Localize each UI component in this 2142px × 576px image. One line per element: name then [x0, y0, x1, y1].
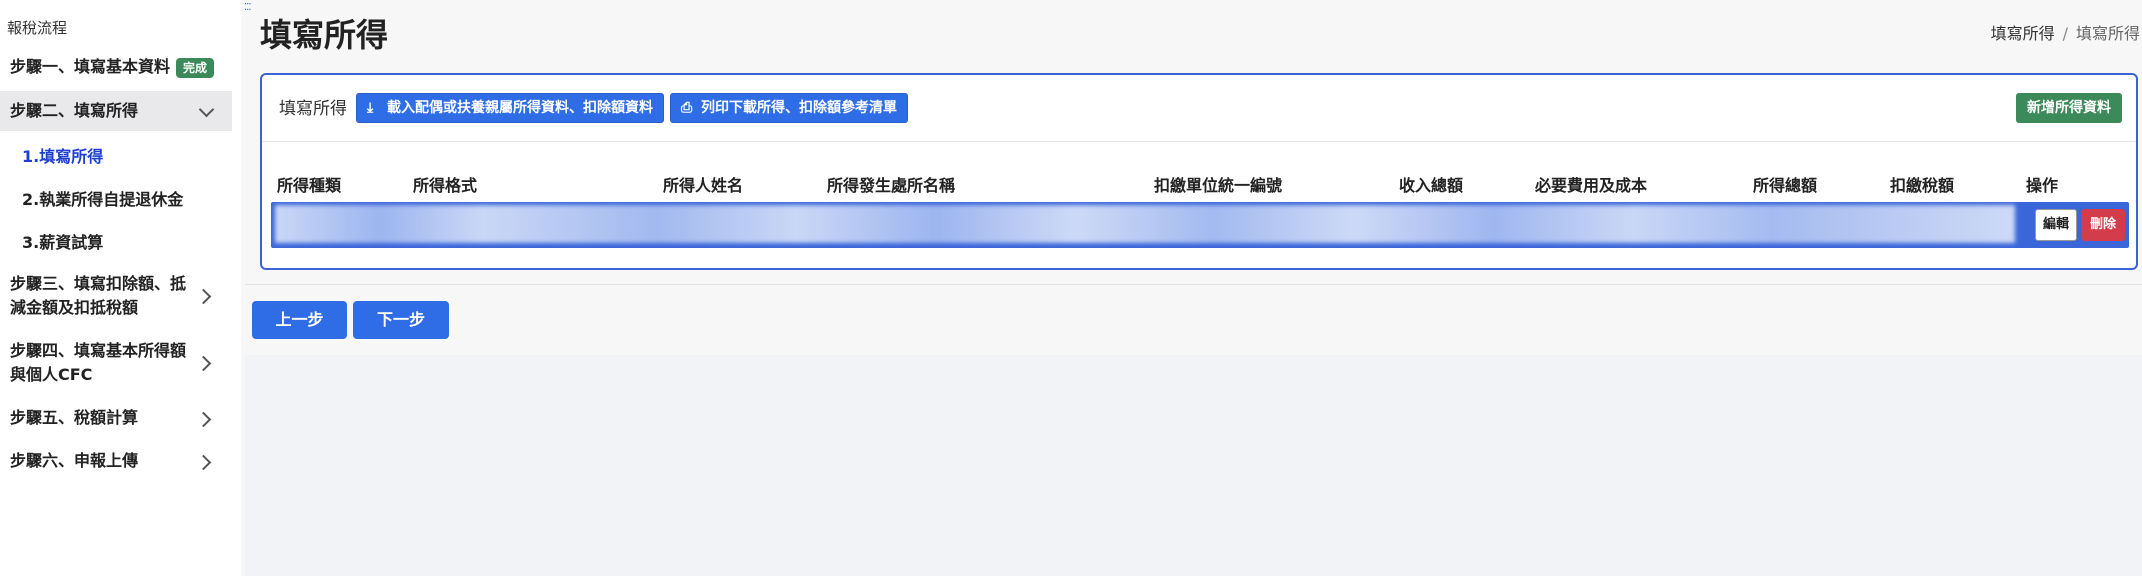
- column-header: 所得發生處所名稱: [827, 176, 956, 195]
- chevron-right-icon: [195, 411, 212, 428]
- sidebar-item-step6[interactable]: 步驟六、申報上傳: [0, 449, 232, 475]
- income-card: 填寫所得 ⤓ 載入配偶或扶養親屬所得資料、扣除額資料 ⎙ 列印下載所得、扣除額參…: [260, 73, 2138, 270]
- column-header: 必要費用及成本: [1535, 176, 1648, 195]
- sidebar-item-step3[interactable]: 步驟三、填寫扣除額、抵 減金額及扣抵稅額: [0, 272, 232, 322]
- add-income-button[interactable]: 新增所得資料: [2016, 93, 2122, 123]
- prev-step-button[interactable]: 上一步: [252, 301, 347, 339]
- chevron-right-icon: [195, 288, 212, 305]
- sidebar-item-label: 步驟二、填寫所得: [10, 101, 139, 120]
- table-row[interactable]: 編輯 刪除: [271, 202, 2129, 248]
- content-background: [245, 355, 2142, 576]
- sidebar-item-label: 步驟三、填寫扣除額、抵: [10, 274, 187, 293]
- printer-icon: ⎙: [681, 100, 693, 116]
- divider: [245, 284, 2142, 285]
- sidebar-title: 報稅流程: [7, 19, 68, 37]
- card-label: 填寫所得: [279, 99, 347, 119]
- column-header: 所得人姓名: [663, 176, 744, 195]
- sidebar: 報稅流程 步驟一、填寫基本資料 完成 步驟二、填寫所得 1.填寫所得 2.執業所…: [0, 0, 241, 576]
- sidebar-item-label: 步驟五、稅額計算: [10, 408, 139, 427]
- status-badge: 完成: [176, 58, 215, 78]
- column-header: 所得總額: [1753, 176, 1818, 195]
- sidebar-item-step5[interactable]: 步驟五、稅額計算: [0, 406, 232, 432]
- chevron-right-icon: [195, 454, 212, 471]
- download-icon: ⤓: [367, 100, 374, 116]
- column-header: 扣繳單位統一編號: [1154, 176, 1283, 195]
- column-header: 收入總額: [1399, 176, 1464, 195]
- sidebar-item-step2[interactable]: 步驟二、填寫所得: [0, 91, 232, 131]
- column-header: 所得種類: [277, 176, 342, 195]
- breadcrumb: 填寫所得 / 填寫所得: [1991, 20, 2140, 44]
- sidebar-item-label: 與個人CFC: [10, 365, 93, 384]
- sidebar-item-label: 步驟四、填寫基本所得額: [10, 341, 187, 360]
- import-dependent-data-button[interactable]: ⤓ 載入配偶或扶養親屬所得資料、扣除額資料: [356, 93, 664, 123]
- sidebar-subitem-retirement[interactable]: 2.執業所得自提退休金: [22, 186, 183, 210]
- print-list-button[interactable]: ⎙ 列印下載所得、扣除額參考清單: [670, 93, 908, 123]
- sidebar-item-label: 步驟六、申報上傳: [10, 451, 139, 470]
- next-step-button[interactable]: 下一步: [353, 301, 449, 339]
- card-header: 填寫所得 ⤓ 載入配偶或扶養親屬所得資料、扣除額資料 ⎙ 列印下載所得、扣除額參…: [262, 75, 2136, 142]
- sidebar-subitem-salary-calc[interactable]: 3.薪資試算: [22, 229, 103, 253]
- sidebar-item-step1[interactable]: 步驟一、填寫基本資料 完成: [0, 55, 232, 83]
- column-header: 扣繳稅額: [1890, 176, 1955, 195]
- redacted-row-content: [275, 205, 2015, 243]
- chevron-right-icon: [195, 355, 212, 372]
- sidebar-item-step4[interactable]: 步驟四、填寫基本所得額 與個人CFC: [0, 339, 232, 389]
- drag-handle-icon[interactable]: ⁚⁚⁚: [244, 2, 251, 13]
- button-label: 載入配偶或扶養親屬所得資料、扣除額資料: [387, 100, 653, 116]
- breadcrumb-current: 填寫所得: [2075, 24, 2140, 43]
- column-header: 所得格式: [413, 176, 478, 195]
- edit-button[interactable]: 編輯: [2035, 209, 2077, 241]
- page-title: 填寫所得: [260, 16, 389, 54]
- breadcrumb-item[interactable]: 填寫所得: [1991, 24, 2055, 43]
- sidebar-item-label: 步驟一、填寫基本資料: [10, 57, 171, 76]
- delete-button[interactable]: 刪除: [2081, 209, 2125, 241]
- sidebar-item-label: 減金額及扣抵稅額: [10, 298, 139, 317]
- button-label: 列印下載所得、扣除額參考清單: [701, 100, 897, 116]
- column-header: 操作: [2026, 176, 2059, 195]
- chevron-down-icon: [198, 101, 215, 118]
- breadcrumb-separator: /: [2062, 24, 2068, 43]
- sidebar-subitem-fill-income[interactable]: 1.填寫所得: [22, 143, 103, 167]
